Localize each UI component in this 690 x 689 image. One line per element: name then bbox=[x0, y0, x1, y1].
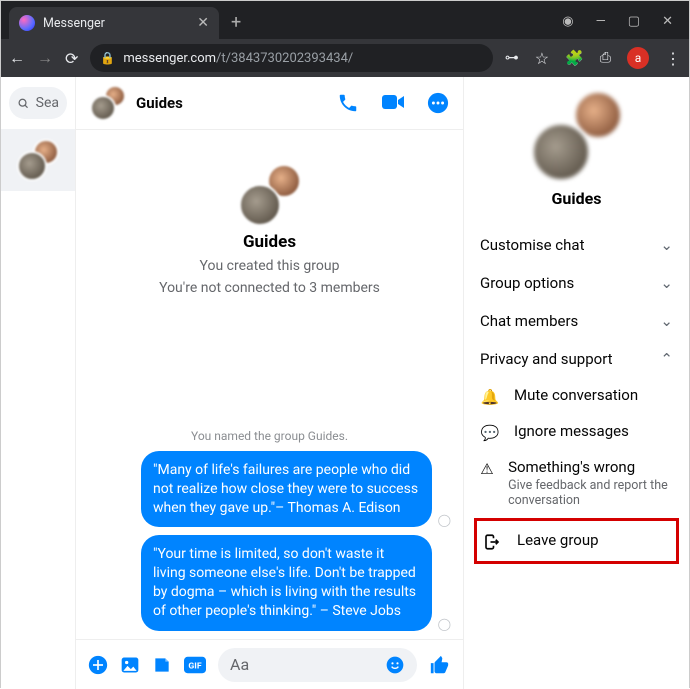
gif-icon[interactable]: GIF bbox=[184, 656, 206, 674]
star-icon[interactable]: ☆ bbox=[535, 49, 549, 68]
group-avatar bbox=[90, 85, 126, 121]
more-icon[interactable] bbox=[427, 92, 449, 114]
emoji-icon[interactable] bbox=[385, 655, 405, 675]
system-notice: You named the group Guides. bbox=[191, 429, 348, 443]
group-avatar-large bbox=[239, 164, 301, 226]
maximize-icon[interactable]: ▢ bbox=[628, 14, 640, 29]
leave-icon bbox=[483, 533, 503, 551]
message-row: "Many of life's failures are people who … bbox=[141, 451, 451, 528]
extensions-icon[interactable]: 🧩 bbox=[565, 49, 584, 67]
call-icon[interactable] bbox=[337, 92, 359, 114]
minimize-icon[interactable]: ― bbox=[596, 14, 606, 29]
section-group-options[interactable]: Group options ⌄ bbox=[474, 264, 679, 302]
group-name: Guides bbox=[243, 232, 296, 252]
group-avatar bbox=[17, 139, 59, 181]
chat-title: Guides bbox=[136, 94, 183, 112]
section-customise-chat[interactable]: Customise chat ⌄ bbox=[474, 226, 679, 264]
chat-body: Guides You created this group You're not… bbox=[76, 130, 463, 639]
created-text: You created this group bbox=[200, 258, 340, 274]
leave-group[interactable]: Leave group bbox=[477, 523, 676, 559]
chevron-down-icon: ⌄ bbox=[660, 236, 673, 254]
chat-column: Guides Guides You created this group You… bbox=[76, 77, 464, 689]
not-connected-text: You're not connected to 3 members bbox=[159, 280, 380, 296]
chevron-down-icon: ⌄ bbox=[660, 312, 673, 330]
group-avatar-xl bbox=[532, 91, 622, 181]
like-icon[interactable] bbox=[429, 654, 451, 676]
back-icon[interactable]: ← bbox=[9, 48, 25, 68]
mute-conversation[interactable]: 🔔 Mute conversation bbox=[474, 378, 679, 414]
bell-icon: 🔔 bbox=[480, 388, 500, 406]
url-text: messenger.com/t/3843730202393434/ bbox=[123, 51, 353, 66]
sent-check-icon: ◯ bbox=[438, 513, 451, 527]
messenger-favicon bbox=[19, 15, 35, 31]
cast-icon[interactable]: ⎙ bbox=[600, 50, 611, 66]
chat-header: Guides bbox=[76, 77, 463, 130]
composer: GIF Aa bbox=[76, 639, 463, 689]
new-tab-button[interactable]: + bbox=[231, 12, 241, 33]
browser-titlebar: Messenger ✕ + ◉ ― ▢ ✕ bbox=[1, 1, 689, 39]
close-window-icon[interactable]: ✕ bbox=[662, 14, 673, 29]
conversation-sidebar: Sea bbox=[1, 77, 76, 689]
close-tab-icon[interactable]: ✕ bbox=[197, 15, 209, 31]
svg-text:GIF: GIF bbox=[188, 661, 201, 671]
image-icon[interactable] bbox=[120, 655, 140, 675]
search-icon bbox=[17, 96, 30, 111]
message-input[interactable]: Aa bbox=[218, 648, 417, 682]
window-controls: ◉ ― ▢ ✕ bbox=[562, 14, 689, 39]
record-icon[interactable]: ◉ bbox=[562, 14, 573, 29]
add-icon[interactable] bbox=[88, 655, 108, 675]
warning-icon: ⚠ bbox=[480, 460, 494, 478]
message-bubble[interactable]: "Your time is limited, so don't waste it… bbox=[141, 535, 432, 631]
sticker-icon[interactable] bbox=[152, 655, 172, 675]
chevron-up-icon: ⌃ bbox=[660, 350, 673, 368]
sent-check-icon: ◯ bbox=[438, 617, 451, 631]
search-input[interactable]: Sea bbox=[9, 87, 67, 119]
url-box[interactable]: 🔒 messenger.com/t/3843730202393434/ bbox=[90, 44, 492, 72]
details-panel: Guides Customise chat ⌄ Group options ⌄ … bbox=[464, 77, 689, 689]
key-icon[interactable]: ⊶ bbox=[505, 50, 519, 66]
leave-group-highlight: Leave group bbox=[474, 518, 679, 564]
message-placeholder: Aa bbox=[230, 655, 249, 674]
browser-address-bar: ← → ⟳ 🔒 messenger.com/t/3843730202393434… bbox=[1, 39, 689, 77]
ignore-messages[interactable]: 💬 Ignore messages bbox=[474, 414, 679, 450]
kebab-menu-icon[interactable]: ⋮ bbox=[665, 49, 681, 68]
section-chat-members[interactable]: Chat members ⌄ bbox=[474, 302, 679, 340]
reload-icon[interactable]: ⟳ bbox=[65, 49, 78, 68]
message-row: "Your time is limited, so don't waste it… bbox=[141, 535, 451, 631]
panel-title: Guides bbox=[552, 189, 602, 208]
forward-icon[interactable]: → bbox=[37, 48, 53, 68]
profile-avatar[interactable]: a bbox=[627, 47, 649, 69]
conversation-item[interactable] bbox=[1, 129, 75, 191]
section-privacy-support[interactable]: Privacy and support ⌃ bbox=[474, 340, 679, 378]
browser-tab[interactable]: Messenger ✕ bbox=[9, 7, 219, 39]
search-placeholder: Sea bbox=[36, 95, 59, 111]
somethings-wrong[interactable]: ⚠ Something's wrong Give feedback and re… bbox=[474, 450, 679, 516]
video-icon[interactable] bbox=[381, 92, 405, 114]
ignore-icon: 💬 bbox=[480, 424, 500, 442]
message-bubble[interactable]: "Many of life's failures are people who … bbox=[141, 451, 432, 528]
chevron-down-icon: ⌄ bbox=[660, 274, 673, 292]
lock-icon: 🔒 bbox=[100, 51, 115, 65]
tab-title: Messenger bbox=[43, 16, 105, 31]
